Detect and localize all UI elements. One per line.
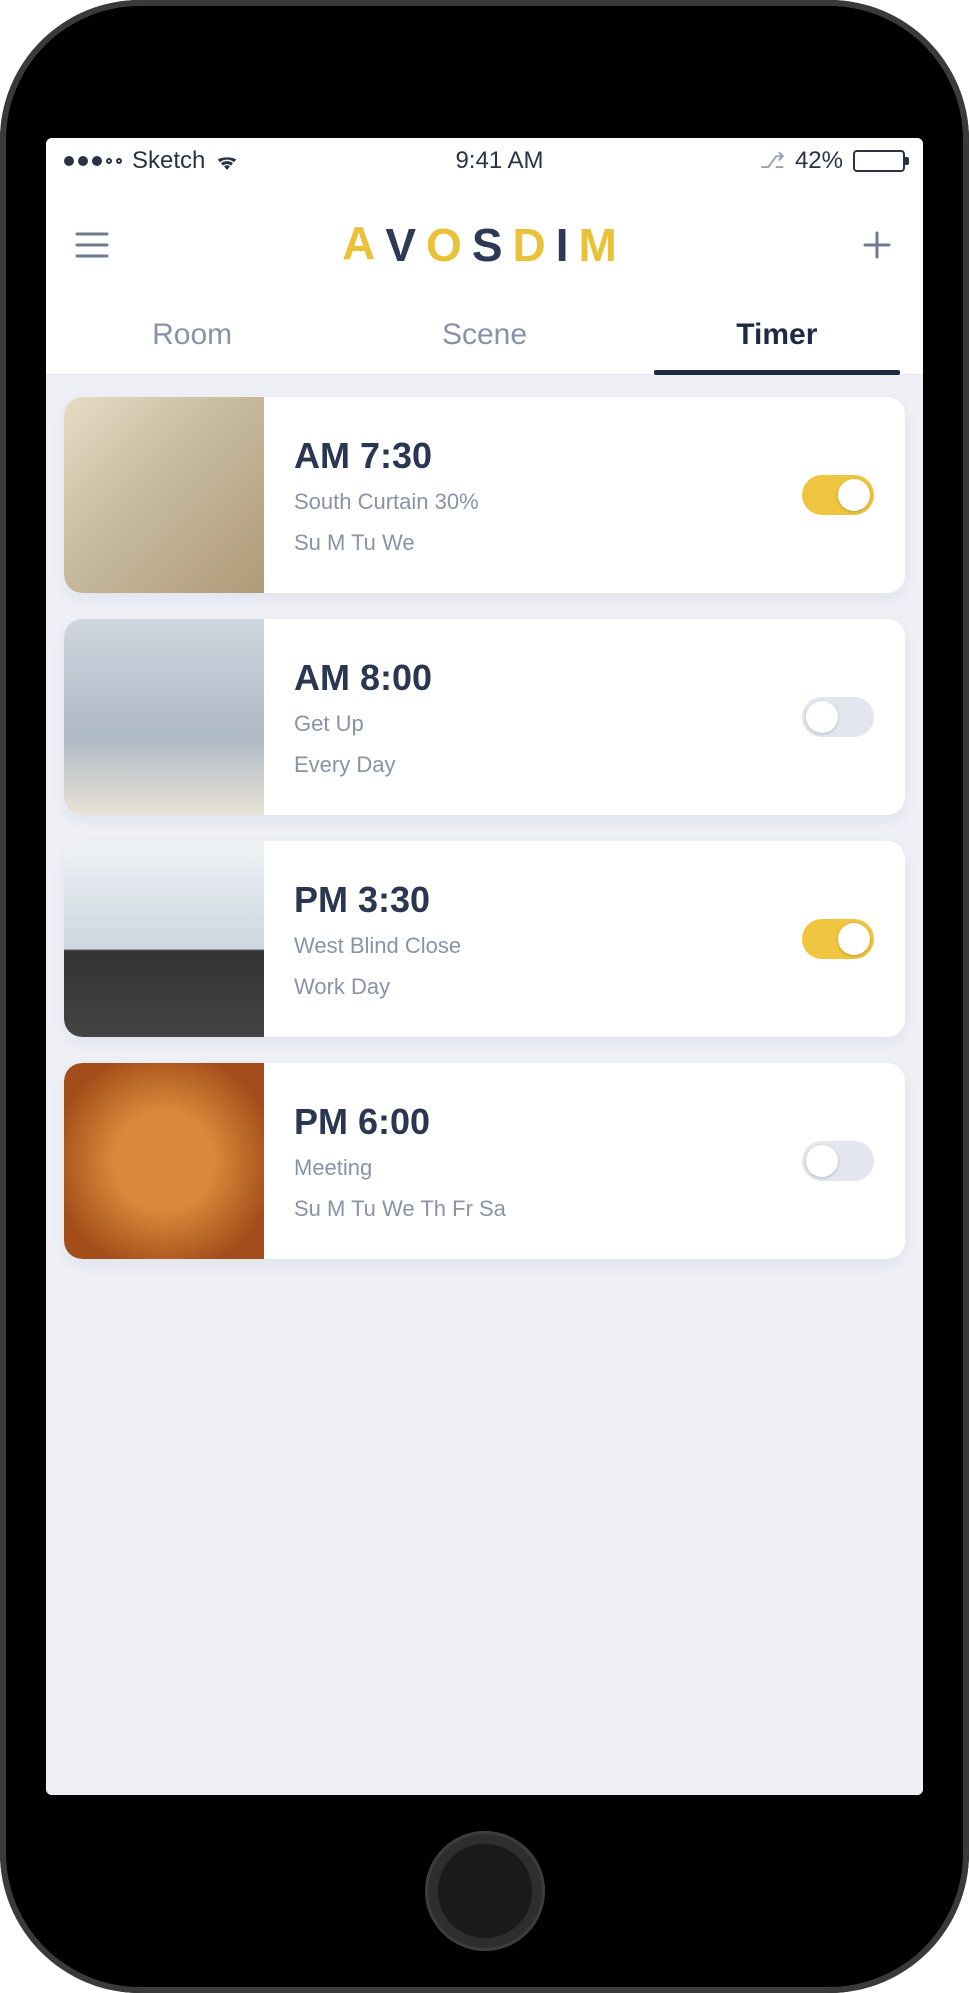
wifi-icon <box>215 152 239 170</box>
tab-scene[interactable]: Scene <box>338 298 630 374</box>
timer-days: Every Day <box>294 748 775 781</box>
status-bar: Sketch 9:41 AM ⎇ 42% <box>46 138 923 184</box>
tabs: Room Scene Timer <box>46 298 923 375</box>
status-left: Sketch <box>64 147 239 175</box>
timer-thumbnail <box>64 841 264 1037</box>
timer-card[interactable]: AM 7:30 South Curtain 30% Su M Tu We <box>64 397 905 593</box>
timer-body: AM 7:30 South Curtain 30% Su M Tu We <box>264 397 795 593</box>
timer-thumbnail <box>64 1063 264 1259</box>
timer-body: PM 3:30 West Blind Close Work Day <box>264 841 795 1037</box>
add-icon[interactable] <box>857 229 897 261</box>
battery-percent: 42% <box>795 147 843 175</box>
timer-days: Su M Tu We <box>294 526 775 559</box>
timer-time: PM 3:30 <box>294 879 775 921</box>
signal-icon <box>64 156 122 166</box>
timer-toggle[interactable] <box>802 919 874 959</box>
timer-days: Work Day <box>294 970 775 1003</box>
timer-body: PM 6:00 Meeting Su M Tu We Th Fr Sa <box>264 1063 795 1259</box>
status-time: 9:41 AM <box>455 147 543 175</box>
screen: Sketch 9:41 AM ⎇ 42% <box>46 138 923 1795</box>
timer-days: Su M Tu We Th Fr Sa <box>294 1192 775 1225</box>
device-inner: Sketch 9:41 AM ⎇ 42% <box>28 28 941 1965</box>
tab-timer[interactable]: Timer <box>631 298 923 374</box>
tab-label: Room <box>152 318 232 351</box>
timer-subtitle: West Blind Close <box>294 929 775 962</box>
timer-card[interactable]: AM 8:00 Get Up Every Day <box>64 619 905 815</box>
timer-thumbnail <box>64 619 264 815</box>
timer-time: AM 7:30 <box>294 435 775 477</box>
tab-room[interactable]: Room <box>46 298 338 374</box>
timer-toggle[interactable] <box>802 1141 874 1181</box>
status-right: ⎇ 42% <box>760 147 905 175</box>
timer-body: AM 8:00 Get Up Every Day <box>264 619 795 815</box>
timer-subtitle: Meeting <box>294 1151 775 1184</box>
tab-label: Scene <box>442 318 527 351</box>
timer-time: AM 8:00 <box>294 657 775 699</box>
battery-icon <box>853 150 905 172</box>
tab-label: Timer <box>736 318 817 351</box>
app-header: AVOSDIM <box>46 184 923 298</box>
timer-card[interactable]: PM 6:00 Meeting Su M Tu We Th Fr Sa <box>64 1063 905 1259</box>
timer-time: PM 6:00 <box>294 1101 775 1143</box>
timer-toggle[interactable] <box>802 475 874 515</box>
home-button[interactable] <box>425 1831 545 1951</box>
bluetooth-icon: ⎇ <box>760 148 785 174</box>
timer-card[interactable]: PM 3:30 West Blind Close Work Day <box>64 841 905 1037</box>
timer-list[interactable]: AM 7:30 South Curtain 30% Su M Tu We AM … <box>46 375 923 1795</box>
timer-subtitle: South Curtain 30% <box>294 485 775 518</box>
app-logo: AVOSDIM <box>342 218 627 272</box>
timer-subtitle: Get Up <box>294 707 775 740</box>
device-frame: Sketch 9:41 AM ⎇ 42% <box>0 0 969 1993</box>
menu-icon[interactable] <box>72 232 112 258</box>
timer-toggle[interactable] <box>802 697 874 737</box>
timer-thumbnail <box>64 397 264 593</box>
carrier-label: Sketch <box>132 147 205 175</box>
